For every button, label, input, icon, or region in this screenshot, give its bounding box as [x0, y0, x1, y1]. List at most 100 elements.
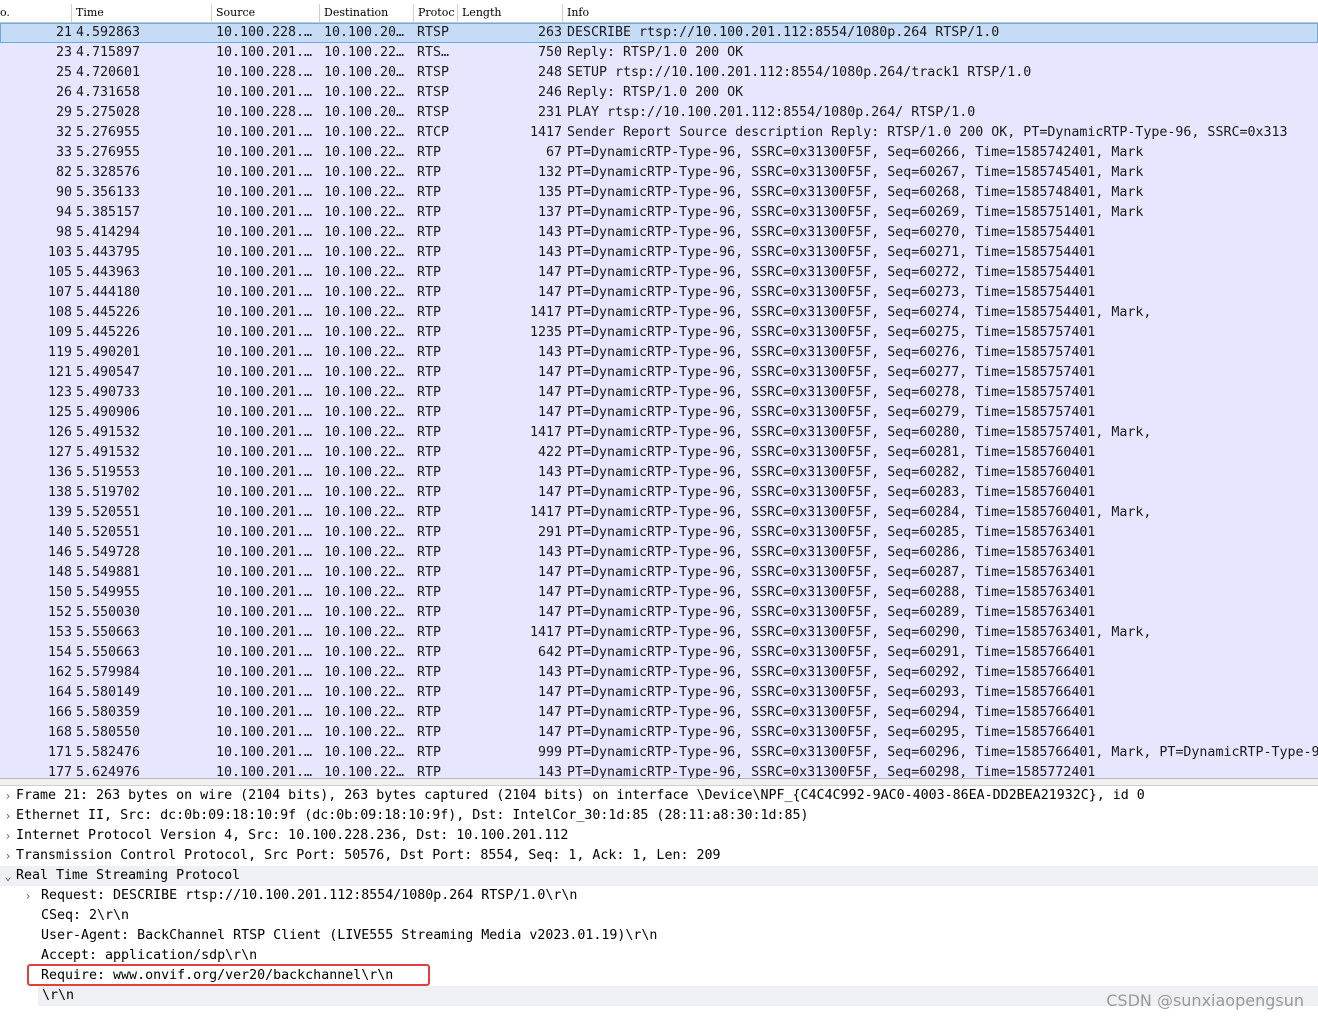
packet-row[interactable]: 33 5.276955 10.100.201.… 10.100.22… RTP 67 PT=…: [0, 143, 1318, 163]
packet-cell-no: 98: [55, 225, 72, 240]
packet-details-pane[interactable]: › Frame 21: 263 bytes on wire (2104 bits)…: [0, 786, 1318, 1022]
packet-cell-dst: 10.100.22…: [324, 285, 405, 300]
packet-cell-info: Reply: RTSP/1.0 200 OK: [567, 45, 744, 60]
packet-cell-proto: RTP: [417, 265, 442, 280]
expand-arrow-icon[interactable]: ⌄: [2, 866, 14, 886]
packet-row[interactable]: 29 5.275028 10.100.228.… 10.100.20… RTSP 231 P…: [0, 103, 1318, 123]
packet-cell-no: 108: [47, 305, 72, 320]
packet-row[interactable]: 90 5.356133 10.100.201.… 10.100.22… RTP 135 PT…: [0, 183, 1318, 203]
packet-row[interactable]: 171 5.582476 10.100.201.… 10.100.22… RTP 999 P…: [0, 743, 1318, 763]
packet-cell-time: 5.328576: [76, 165, 141, 180]
detail-tree-item[interactable]: › Request: DESCRIBE rtsp://10.100.201.112…: [0, 886, 1318, 906]
collapse-arrow-icon[interactable]: ›: [2, 806, 14, 826]
packet-cell-no: 177: [47, 765, 72, 778]
packet-cell-proto: RTSP: [417, 25, 450, 40]
column-header-protocol[interactable]: Protoc: [414, 4, 458, 22]
packet-row[interactable]: 125 5.490906 10.100.201.… 10.100.22… RTP 147 P…: [0, 403, 1318, 423]
packet-row[interactable]: 168 5.580550 10.100.201.… 10.100.22… RTP 147 P…: [0, 723, 1318, 743]
packet-cell-proto: RTCP: [417, 125, 450, 140]
detail-tree-item[interactable]: › Frame 21: 263 bytes on wire (2104 bits)…: [0, 786, 1318, 806]
packet-cell-len: 137: [537, 205, 562, 220]
packet-cell-dst: 10.100.20…: [324, 105, 405, 120]
packet-cell-proto: RTP: [417, 205, 442, 220]
packet-cell-src: 10.100.201.…: [216, 505, 313, 520]
packet-cell-dst: 10.100.22…: [324, 305, 405, 320]
detail-tree-item[interactable]: CSeq: 2\r\n: [0, 906, 1318, 926]
packet-row[interactable]: 25 4.720601 10.100.228.… 10.100.20… RTSP 248 S…: [0, 63, 1318, 83]
packet-row[interactable]: 148 5.549881 10.100.201.… 10.100.22… RTP 147 P…: [0, 563, 1318, 583]
packet-row[interactable]: 139 5.520551 10.100.201.… 10.100.22… RTP 1417…: [0, 503, 1318, 523]
packet-cell-dst: 10.100.22…: [324, 265, 405, 280]
detail-tree-item[interactable]: › Transmission Control Protocol, Src Port…: [0, 846, 1318, 866]
pane-splitter[interactable]: [0, 778, 1318, 786]
packet-cell-proto: RTP: [417, 405, 442, 420]
packet-row[interactable]: 150 5.549955 10.100.201.… 10.100.22… RTP 147 P…: [0, 583, 1318, 603]
packet-row[interactable]: 136 5.519553 10.100.201.… 10.100.22… RTP 143 P…: [0, 463, 1318, 483]
packet-list-pane[interactable]: o. Time Source Destination Protoc Length…: [0, 0, 1318, 778]
packet-row[interactable]: 146 5.549728 10.100.201.… 10.100.22… RTP 143 P…: [0, 543, 1318, 563]
packet-cell-info: PT=DynamicRTP-Type-96, SSRC=0x31300F5F, …: [567, 485, 1096, 500]
packet-cell-proto: RTP: [417, 645, 442, 660]
detail-tree-item[interactable]: User-Agent: BackChannel RTSP Client (LIV…: [0, 926, 1318, 946]
packet-row[interactable]: 166 5.580359 10.100.201.… 10.100.22… RTP 147 P…: [0, 703, 1318, 723]
column-header-source[interactable]: Source: [212, 4, 320, 22]
packet-cell-dst: 10.100.22…: [324, 745, 405, 760]
packet-cell-src: 10.100.228.…: [216, 65, 313, 80]
packet-row[interactable]: 127 5.491532 10.100.201.… 10.100.22… RTP 422 P…: [0, 443, 1318, 463]
packet-cell-src: 10.100.201.…: [216, 685, 313, 700]
packet-cell-no: 140: [47, 525, 72, 540]
column-header-info[interactable]: Info: [563, 4, 1318, 22]
packet-cell-src: 10.100.201.…: [216, 565, 313, 580]
packet-cell-proto: RTP: [417, 245, 442, 260]
packet-row[interactable]: 108 5.445226 10.100.201.… 10.100.22… RTP 1417…: [0, 303, 1318, 323]
packet-row[interactable]: 153 5.550663 10.100.201.… 10.100.22… RTP 1417…: [0, 623, 1318, 643]
packet-row[interactable]: 21 4.592863 10.100.228.… 10.100.20… RTSP 263 D…: [0, 23, 1318, 43]
packet-row[interactable]: 82 5.328576 10.100.201.… 10.100.22… RTP 132 PT…: [0, 163, 1318, 183]
packet-cell-proto: RTP: [417, 225, 442, 240]
packet-row[interactable]: 32 5.276955 10.100.201.… 10.100.22… RTCP 1417…: [0, 123, 1318, 143]
collapse-arrow-icon[interactable]: ›: [22, 886, 34, 906]
column-header-destination[interactable]: Destination: [320, 4, 414, 22]
packet-row[interactable]: 98 5.414294 10.100.201.… 10.100.22… RTP 143 PT…: [0, 223, 1318, 243]
packet-row[interactable]: 154 5.550663 10.100.201.… 10.100.22… RTP 642 P…: [0, 643, 1318, 663]
column-header-time[interactable]: Time: [72, 4, 212, 22]
packet-row[interactable]: 140 5.520551 10.100.201.… 10.100.22… RTP 291 P…: [0, 523, 1318, 543]
packet-row[interactable]: 94 5.385157 10.100.201.… 10.100.22… RTP 137 PT…: [0, 203, 1318, 223]
collapse-arrow-icon[interactable]: ›: [2, 826, 14, 846]
column-header-no[interactable]: o.: [0, 4, 72, 22]
packet-row[interactable]: 138 5.519702 10.100.201.… 10.100.22… RTP 147 P…: [0, 483, 1318, 503]
detail-tree-item[interactable]: Accept: application/sdp\r\n: [0, 946, 1318, 966]
detail-tree-text: Real Time Streaming Protocol: [16, 868, 241, 883]
packet-row[interactable]: 103 5.443795 10.100.201.… 10.100.22… RTP 143 P…: [0, 243, 1318, 263]
packet-row[interactable]: 109 5.445226 10.100.201.… 10.100.22… RTP 1235…: [0, 323, 1318, 343]
packet-row[interactable]: 162 5.579984 10.100.201.… 10.100.22… RTP 143 P…: [0, 663, 1318, 683]
packet-row[interactable]: 119 5.490201 10.100.201.… 10.100.22… RTP 143 P…: [0, 343, 1318, 363]
detail-tree-item[interactable]: › Ethernet II, Src: dc:0b:09:18:10:9f (dc…: [0, 806, 1318, 826]
packet-row[interactable]: 152 5.550030 10.100.201.… 10.100.22… RTP 147 P…: [0, 603, 1318, 623]
packet-cell-time: 5.445226: [76, 325, 141, 340]
packet-cell-info: PT=DynamicRTP-Type-96, SSRC=0x31300F5F, …: [567, 185, 1144, 200]
collapse-arrow-icon[interactable]: ›: [2, 846, 14, 866]
packet-cell-dst: 10.100.22…: [324, 725, 405, 740]
packet-row[interactable]: 164 5.580149 10.100.201.… 10.100.22… RTP 147 P…: [0, 683, 1318, 703]
packet-cell-info: PT=DynamicRTP-Type-96, SSRC=0x31300F5F, …: [567, 545, 1096, 560]
detail-tree-item[interactable]: › Internet Protocol Version 4, Src: 10.10…: [0, 826, 1318, 846]
collapse-arrow-icon[interactable]: ›: [2, 786, 14, 806]
packet-row[interactable]: 123 5.490733 10.100.201.… 10.100.22… RTP 147 P…: [0, 383, 1318, 403]
column-header-length[interactable]: Length: [458, 4, 563, 22]
packet-row[interactable]: 177 5.624976 10.100.201.… 10.100.22… RTP 143 P…: [0, 763, 1318, 778]
packet-row[interactable]: 105 5.443963 10.100.201.… 10.100.22… RTP 147 P…: [0, 263, 1318, 283]
packet-row[interactable]: 26 4.731658 10.100.201.… 10.100.22… RTSP 246 R…: [0, 83, 1318, 103]
detail-tree-item[interactable]: ⌄ Real Time Streaming Protocol: [0, 866, 1318, 886]
packet-row[interactable]: 126 5.491532 10.100.201.… 10.100.22… RTP 1417…: [0, 423, 1318, 443]
packet-cell-time: 5.275028: [76, 105, 141, 120]
packet-cell-time: 5.490201: [76, 345, 141, 360]
packet-row[interactable]: 121 5.490547 10.100.201.… 10.100.22… RTP 147 P…: [0, 363, 1318, 383]
packet-cell-proto: RTP: [417, 465, 442, 480]
packet-cell-src: 10.100.201.…: [216, 145, 313, 160]
packet-row[interactable]: 107 5.444180 10.100.201.… 10.100.22… RTP 147 P…: [0, 283, 1318, 303]
packet-cell-src: 10.100.201.…: [216, 345, 313, 360]
packet-cell-proto: RTP: [417, 145, 442, 160]
packet-row[interactable]: 23 4.715897 10.100.201.… 10.100.22… RTS… 750 R…: [0, 43, 1318, 63]
packet-cell-time: 5.579984: [76, 665, 141, 680]
